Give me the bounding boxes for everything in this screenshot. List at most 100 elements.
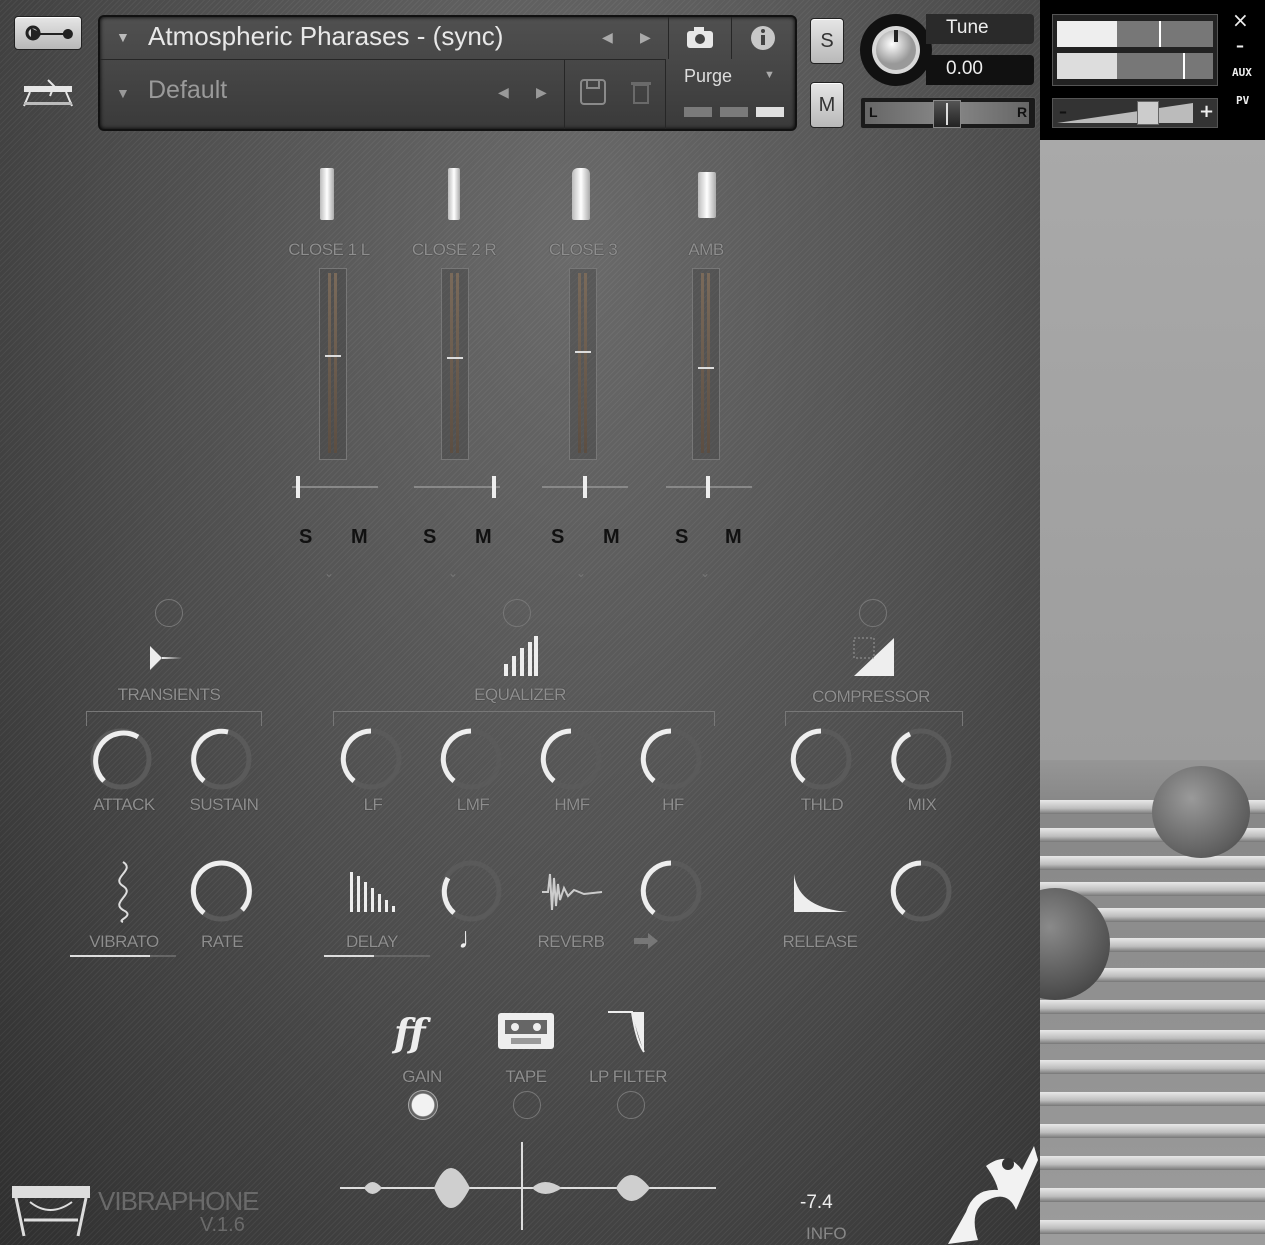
channel-mute-button[interactable]: M (475, 526, 492, 549)
gramophone-mascot-icon (948, 1146, 1038, 1244)
instrument-name[interactable]: Atmospheric Pharases - (sync) (148, 21, 503, 52)
delete-snapshot-button[interactable] (626, 77, 656, 107)
product-version: V.1.6 (200, 1214, 245, 1236)
channel-pan-handle[interactable] (583, 476, 587, 498)
pv-button[interactable]: PV (1236, 94, 1249, 107)
release-knob[interactable] (890, 860, 952, 922)
snapshot-menu-arrow[interactable]: ▼ (116, 85, 130, 101)
channel-pan-track[interactable] (414, 486, 500, 488)
purge-dropdown-arrow[interactable]: ▼ (764, 69, 775, 81)
lp-filter-toggle[interactable] (617, 1091, 645, 1119)
compressor-icon (853, 637, 894, 676)
compressor-toggle[interactable] (859, 599, 887, 627)
tape-toggle[interactable] (513, 1091, 541, 1119)
channel-pan-track[interactable] (292, 486, 378, 488)
delay-amount-bar[interactable] (324, 955, 430, 957)
wrench-icon (25, 25, 73, 41)
output-meter-box (1052, 14, 1218, 86)
channel-pan-handle[interactable] (706, 476, 710, 498)
channel-fader-close2[interactable] (441, 268, 469, 460)
channel-fader-close3[interactable] (569, 268, 597, 460)
hmf-knob[interactable] (540, 728, 602, 790)
compressor-bracket (785, 711, 963, 726)
channel-solo-button[interactable]: S (675, 526, 688, 549)
pan-handle[interactable] (933, 100, 961, 128)
purge-menu[interactable]: Purge (684, 66, 732, 87)
arrow-right-icon[interactable] (632, 932, 660, 950)
brand-logo (20, 72, 76, 108)
release-label: RELEASE (782, 932, 858, 951)
save-snapshot-button[interactable] (578, 77, 608, 107)
transients-icon (150, 646, 182, 670)
rate-label: RATE (200, 932, 244, 951)
fader-handle[interactable] (447, 357, 463, 359)
channel-mute-button[interactable]: M (725, 526, 742, 549)
fader-handle[interactable] (575, 351, 591, 353)
fader-handle[interactable] (698, 367, 714, 369)
channel-mute-button[interactable]: M (603, 526, 620, 549)
solo-button[interactable]: S (810, 18, 844, 64)
aux-button[interactable]: AUX (1232, 66, 1252, 79)
lmf-knob[interactable] (440, 728, 502, 790)
snapshot-name[interactable]: Default (148, 76, 227, 105)
mix-label: MIX (907, 795, 937, 814)
instrument-menu-arrow[interactable]: ▼ (116, 29, 130, 45)
vibrato-icon (118, 861, 129, 923)
volume-handle[interactable] (1137, 101, 1159, 125)
attack-knob[interactable] (90, 728, 152, 790)
transients-label: TRANSIENTS (117, 685, 221, 704)
fader-handle[interactable] (325, 355, 341, 357)
prev-snapshot-button[interactable]: ◀ (498, 84, 509, 101)
lf-knob[interactable] (340, 728, 402, 790)
channel-mute-button[interactable]: M (351, 526, 368, 549)
sustain-knob[interactable] (190, 728, 252, 790)
equalizer-label: EQUALIZER (474, 685, 566, 704)
delay-time-knob[interactable] (440, 860, 502, 922)
gain-toggle[interactable] (408, 1090, 438, 1120)
chevron-down-icon[interactable]: ⌄ (448, 566, 458, 580)
snapshot-camera-button[interactable] (668, 17, 732, 59)
chevron-down-icon[interactable]: ⌄ (576, 566, 586, 580)
transients-toggle[interactable] (155, 599, 183, 627)
product-name: VIBRAPHONE (98, 1186, 259, 1216)
threshold-knob[interactable] (790, 728, 852, 790)
hf-knob[interactable] (640, 728, 702, 790)
master-volume-slider[interactable]: – + (1052, 98, 1218, 128)
tune-knob[interactable] (858, 12, 934, 88)
wrench-button[interactable] (14, 16, 82, 50)
reverb-knob[interactable] (640, 860, 702, 922)
output-meter-right (1057, 53, 1213, 79)
note-icon[interactable]: ♩ (458, 922, 488, 956)
sustain-label: SUSTAIN (189, 795, 259, 814)
channel-label: CLOSE 3 (548, 240, 618, 259)
next-instrument-button[interactable]: ▶ (640, 29, 651, 46)
mix-knob[interactable] (890, 728, 952, 790)
prev-instrument-button[interactable]: ◀ (602, 29, 613, 46)
pan-slider[interactable]: L R (860, 97, 1036, 129)
channel-pan-handle[interactable] (492, 476, 496, 498)
minimize-button[interactable]: – (1236, 36, 1244, 55)
delay-label[interactable]: DELAY (302, 932, 442, 952)
next-snapshot-button[interactable]: ▶ (536, 84, 547, 101)
rate-knob[interactable] (190, 860, 252, 922)
volume-minus-button[interactable]: – (1059, 102, 1067, 121)
mute-button[interactable]: M (810, 82, 844, 128)
channel-fader-close1[interactable] (319, 268, 347, 460)
output-level-value: -7.4 (800, 1192, 833, 1213)
equalizer-toggle[interactable] (503, 599, 531, 627)
channel-fader-amb[interactable] (692, 268, 720, 460)
info-button[interactable] (732, 17, 794, 59)
chevron-down-icon[interactable]: ⌄ (700, 566, 710, 580)
channel-pan-handle[interactable] (296, 476, 300, 498)
vibraphone-photo (1040, 140, 1265, 1245)
waveform-display (340, 1142, 716, 1230)
vibrato-amount-bar[interactable] (70, 955, 176, 957)
chevron-down-icon[interactable]: ⌄ (324, 566, 334, 580)
trash-icon (631, 82, 651, 104)
channel-solo-button[interactable]: S (551, 526, 564, 549)
channel-solo-button[interactable]: S (299, 526, 312, 549)
info-label[interactable]: INFO (806, 1224, 847, 1244)
volume-plus-button[interactable]: + (1199, 101, 1214, 122)
close-button[interactable]: × (1232, 8, 1249, 32)
channel-solo-button[interactable]: S (423, 526, 436, 549)
